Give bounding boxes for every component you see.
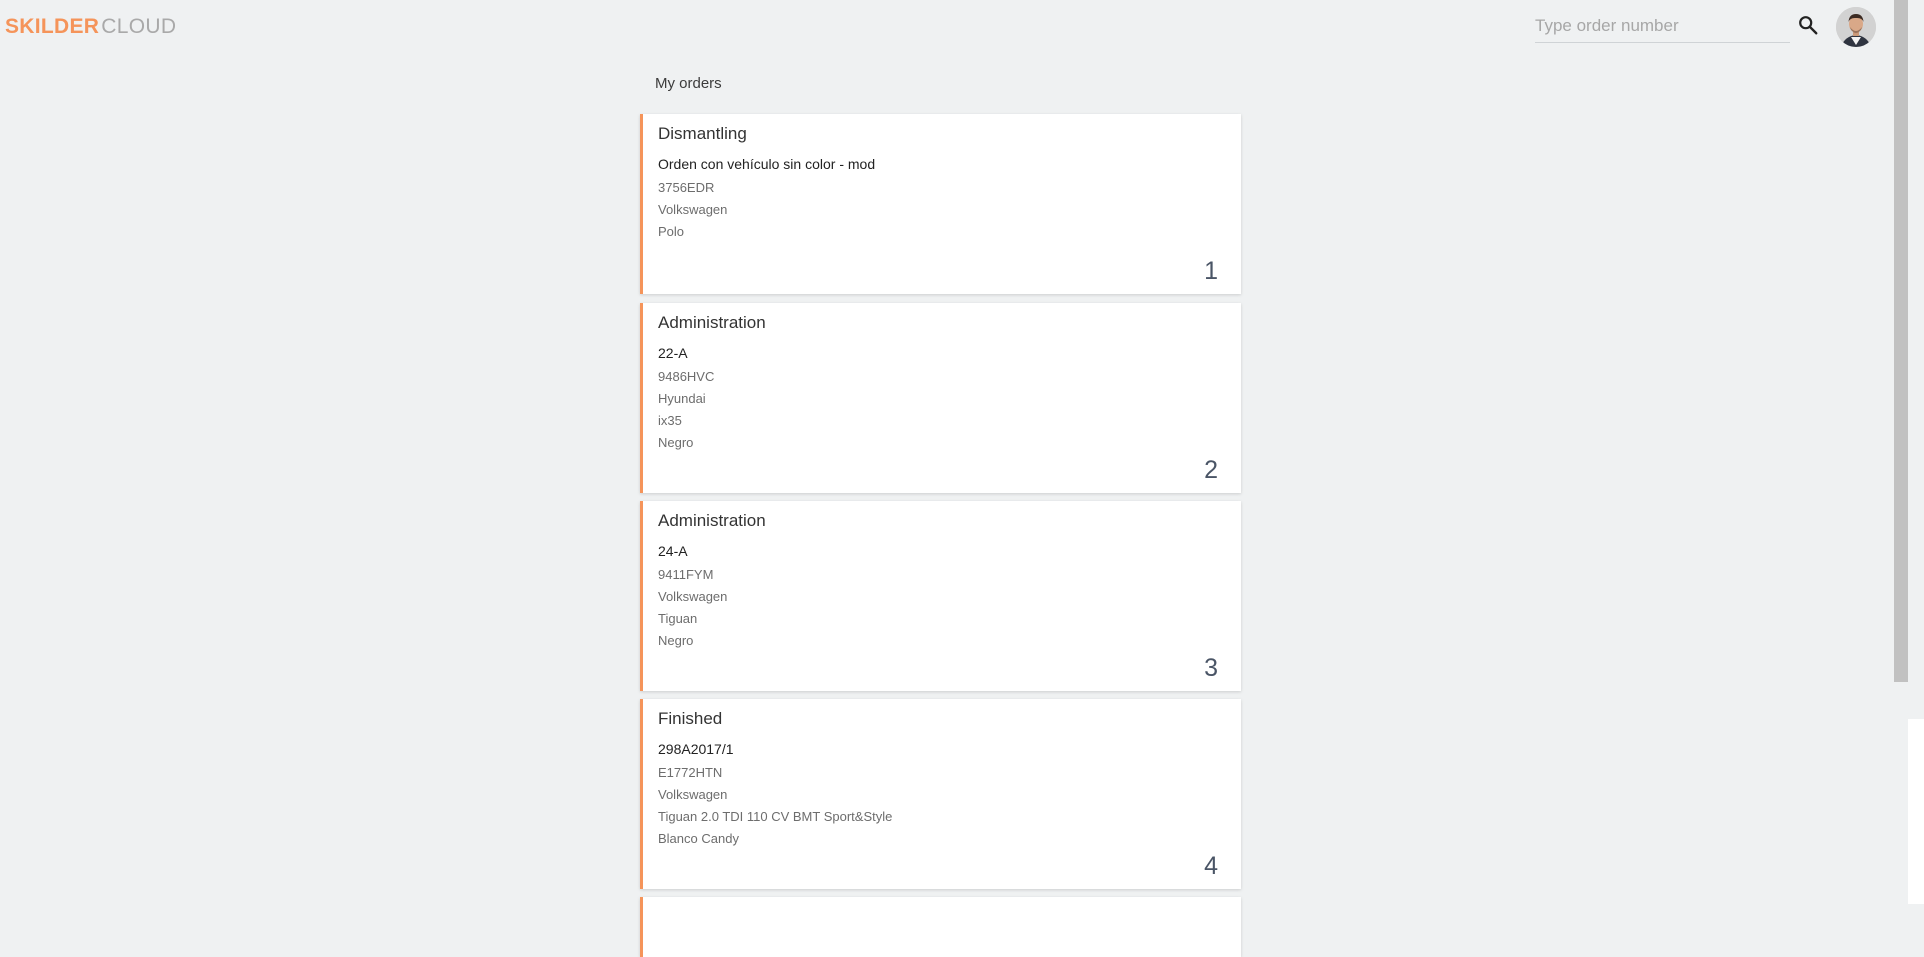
order-card-3[interactable]: Administration 24-A 9411FYM Volkswagen T…	[640, 501, 1241, 691]
vehicle-color: Negro	[658, 435, 694, 450]
order-status: Finished	[658, 709, 723, 728]
vehicle-model: Tiguan 2.0 TDI 110 CV BMT Sport&Style	[658, 809, 893, 824]
order-card-2[interactable]: Administration 22-A 9486HVC Hyundai ix35…	[640, 303, 1241, 493]
user-avatar[interactable]	[1836, 7, 1876, 47]
vehicle-plate: 9486HVC	[658, 369, 715, 384]
order-index: 1	[1204, 257, 1218, 285]
order-status: Administration	[658, 313, 766, 332]
order-reference: 22-A	[658, 345, 688, 361]
order-reference: 24-A	[658, 543, 688, 559]
search-icon[interactable]	[1797, 14, 1819, 36]
order-index: 4	[1204, 852, 1218, 880]
page-scrollbar-thumb[interactable]	[1894, 0, 1908, 682]
vehicle-model: ix35	[658, 413, 682, 428]
order-card-1[interactable]: Dismantling Orden con vehículo sin color…	[640, 114, 1241, 294]
logo-part-2: CLOUD	[101, 15, 177, 38]
vehicle-brand: Volkswagen	[658, 787, 728, 802]
order-status: Dismantling	[658, 124, 747, 143]
vehicle-brand: Hyundai	[658, 391, 706, 406]
order-index: 3	[1204, 654, 1218, 682]
order-reference: Orden con vehículo sin color - mod	[658, 156, 876, 172]
order-card-4[interactable]: Finished 298A2017/1 E1772HTN Volkswagen …	[640, 699, 1241, 889]
vehicle-model: Polo	[658, 224, 685, 239]
vehicle-plate: 3756EDR	[658, 180, 715, 195]
order-reference: 298A2017/1	[658, 741, 734, 757]
logo-part-1: SKILDER	[5, 15, 100, 38]
vehicle-brand: Volkswagen	[658, 589, 728, 604]
vehicle-color: Blanco Candy	[658, 831, 739, 846]
user-avatar-image	[1836, 7, 1876, 47]
order-search-input[interactable]	[1535, 12, 1790, 40]
search-field-wrapper	[1535, 12, 1790, 43]
vehicle-brand: Volkswagen	[658, 202, 728, 217]
skilder-cloud-logo[interactable]: SKILDERCLOUD	[5, 15, 176, 39]
vehicle-plate: 9411FYM	[658, 567, 714, 582]
window-corner	[1908, 719, 1924, 904]
order-card-5[interactable]	[640, 897, 1241, 957]
vehicle-color: Negro	[658, 633, 694, 648]
top-bar: SKILDERCLOUD	[0, 0, 1924, 60]
page-scrollbar-track[interactable]	[1894, 682, 1908, 719]
order-status: Administration	[658, 511, 766, 530]
vehicle-model: Tiguan	[658, 611, 698, 626]
page-title: My orders	[655, 75, 722, 92]
vehicle-plate: E1772HTN	[658, 765, 723, 780]
order-index: 2	[1204, 456, 1218, 484]
